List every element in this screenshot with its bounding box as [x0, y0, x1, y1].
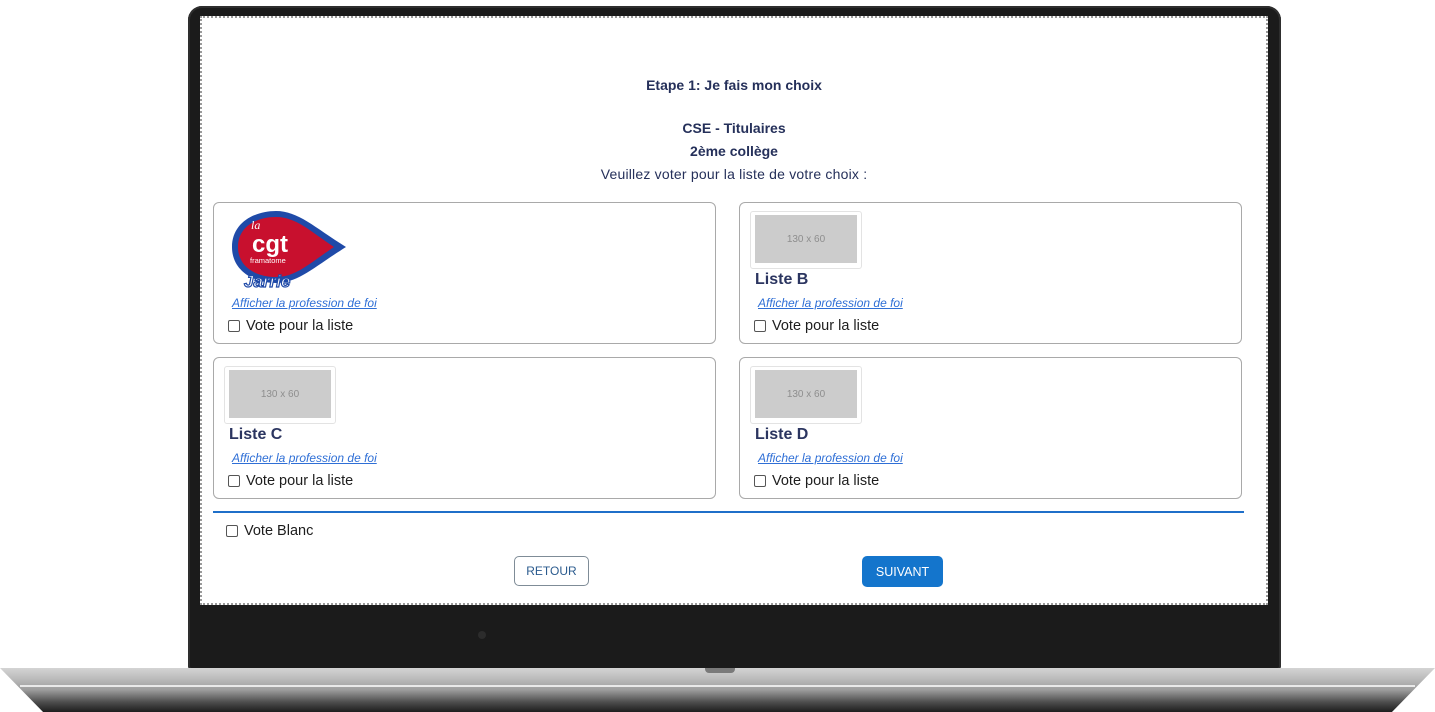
profession-link[interactable]: Afficher la profession de foi — [232, 296, 377, 310]
vote-label: Vote pour la liste — [246, 318, 354, 334]
vote-instruction: Veuillez voter pour la liste de votre ch… — [600, 166, 868, 182]
vote-option[interactable]: Vote pour la liste — [754, 473, 879, 489]
list-card-c: 130 x 60 Liste C Afficher la profession … — [213, 357, 716, 499]
college-label: 2ème collège — [690, 143, 778, 159]
vote-label: Vote pour la liste — [772, 318, 880, 334]
step-title: Etape 1: Je fais mon choix — [646, 77, 822, 93]
list-logo-frame: 130 x 60 — [224, 366, 336, 424]
vote-option[interactable]: Vote pour la liste — [228, 318, 353, 334]
list-logo-placeholder: 130 x 60 — [755, 215, 857, 263]
election-title: CSE - Titulaires — [682, 120, 786, 136]
list-card-b: 130 x 60 Liste B Afficher la profession … — [739, 202, 1242, 344]
list-card-cgt: la cgt framatome Jarrie Afficher la prof… — [213, 202, 716, 344]
next-button[interactable]: SUIVANT — [862, 556, 943, 587]
profession-link[interactable]: Afficher la profession de foi — [232, 451, 377, 465]
vote-checkbox[interactable] — [228, 320, 240, 332]
list-logo-placeholder: 130 x 60 — [229, 370, 331, 418]
blank-vote-label: Vote Blanc — [244, 523, 314, 539]
list-name: Liste B — [755, 271, 809, 288]
profession-link[interactable]: Afficher la profession de foi — [758, 296, 903, 310]
svg-text:la: la — [251, 218, 260, 232]
list-logo-frame: 130 x 60 — [750, 211, 862, 269]
section-divider — [213, 511, 1244, 513]
list-card-d: 130 x 60 Liste D Afficher la profession … — [739, 357, 1242, 499]
blank-vote-checkbox[interactable] — [226, 525, 238, 537]
vote-option[interactable]: Vote pour la liste — [754, 318, 879, 334]
laptop-screen: Etape 1: Je fais mon choix CSE - Titulai… — [200, 16, 1268, 605]
laptop-base-edge — [20, 685, 1415, 687]
vote-label: Vote pour la liste — [772, 473, 880, 489]
list-name: Liste C — [229, 426, 283, 443]
laptop-hinge-notch — [705, 668, 735, 673]
back-button[interactable]: RETOUR — [514, 556, 589, 586]
svg-text:cgt: cgt — [252, 231, 288, 258]
vote-checkbox[interactable] — [754, 320, 766, 332]
webcam-icon — [478, 631, 486, 639]
list-logo-placeholder: 130 x 60 — [755, 370, 857, 418]
vote-checkbox[interactable] — [754, 475, 766, 487]
vote-checkbox[interactable] — [228, 475, 240, 487]
laptop-base — [0, 668, 1435, 712]
vote-label: Vote pour la liste — [246, 473, 354, 489]
svg-text:framatome: framatome — [250, 256, 286, 265]
profession-link[interactable]: Afficher la profession de foi — [758, 451, 903, 465]
blank-vote-option[interactable]: Vote Blanc — [226, 523, 313, 539]
vote-option[interactable]: Vote pour la liste — [228, 473, 353, 489]
svg-text:Jarrie: Jarrie — [244, 272, 290, 291]
list-name: Liste D — [755, 426, 809, 443]
cgt-framatome-jarrie-logo: la cgt framatome Jarrie — [232, 211, 346, 292]
list-logo-frame: 130 x 60 — [750, 366, 862, 424]
